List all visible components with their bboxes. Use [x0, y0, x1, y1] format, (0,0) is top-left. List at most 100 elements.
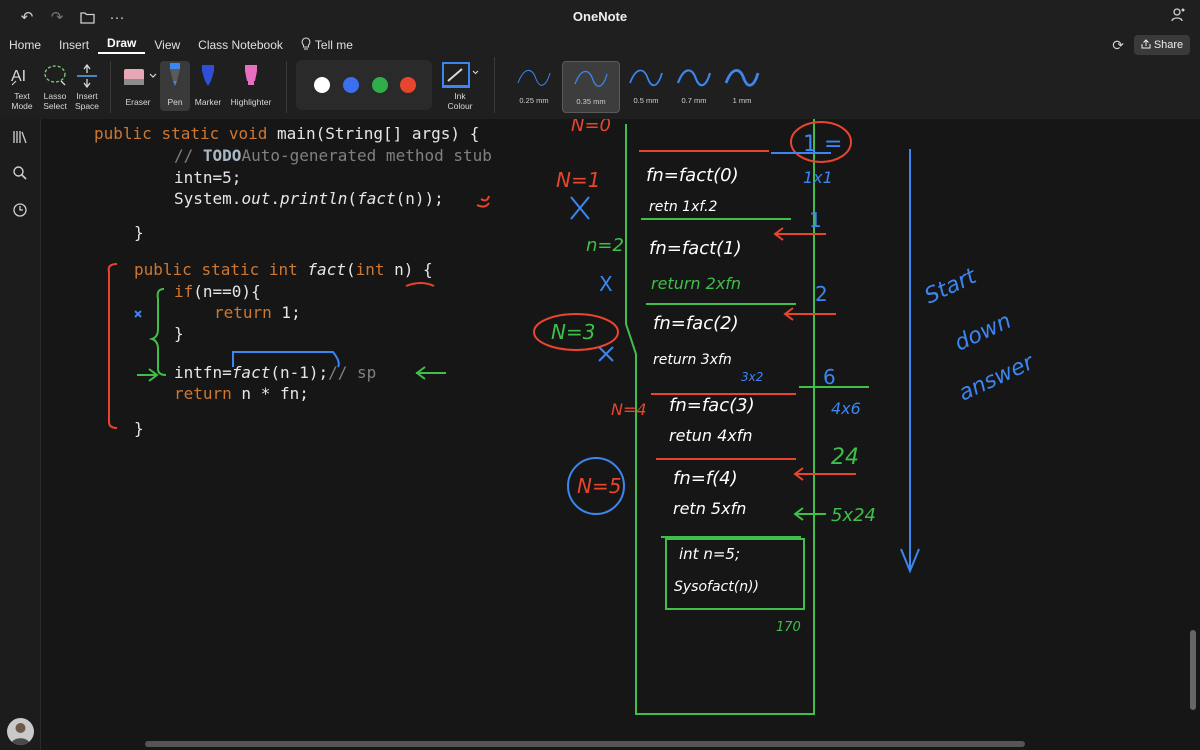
notebook-sidebar	[0, 119, 41, 750]
color-red-swatch[interactable]	[400, 77, 416, 93]
notebooks-icon[interactable]	[10, 129, 30, 149]
share-icon	[1141, 38, 1151, 52]
ink-bracket	[107, 263, 118, 429]
insert-space-button[interactable]: Insert Space	[72, 61, 102, 111]
vertical-scrollbar[interactable]	[1190, 630, 1196, 710]
ink-cross	[570, 196, 590, 220]
left-label: N=4	[611, 400, 647, 419]
left-label: n=2	[586, 235, 624, 256]
pen-icon	[170, 63, 180, 86]
highlighter-label: Highlighter	[230, 97, 272, 107]
tab-view[interactable]: View	[145, 38, 189, 52]
tab-class-notebook[interactable]: Class Notebook	[189, 38, 292, 52]
avatar[interactable]	[7, 718, 34, 745]
share-button[interactable]: Share	[1134, 35, 1190, 55]
color-white-swatch[interactable]	[314, 77, 330, 93]
account-icon[interactable]	[1170, 7, 1186, 27]
right-value: 24	[831, 445, 859, 470]
highlighter-button[interactable]: Highlighter	[226, 61, 276, 107]
thickness-label: 1 mm	[732, 96, 752, 105]
insert-space-icon	[77, 63, 97, 89]
stroke-preview-icon	[517, 70, 551, 86]
eraser-button[interactable]: Eraser	[118, 61, 158, 107]
tell-me[interactable]: Tell me	[292, 37, 362, 53]
lasso-icon	[44, 65, 66, 86]
color-green-swatch[interactable]	[372, 77, 388, 93]
recent-clock-icon[interactable]	[10, 202, 30, 222]
tab-insert[interactable]: Insert	[50, 38, 98, 52]
stroke-preview-icon	[574, 70, 608, 87]
right-value: 4x6	[831, 399, 861, 418]
ink-drawing-layer: N=0 fn=fact(0) retn 1xf.2 fn=fact(1) ret…	[107, 119, 1039, 715]
tab-home[interactable]: Home	[0, 38, 50, 52]
ink-arrow	[793, 507, 826, 521]
left-label: X	[599, 272, 613, 296]
app-title: OneNote	[572, 9, 628, 24]
thickness-option[interactable]: 1 mm	[714, 61, 770, 111]
note-text: down	[951, 309, 1015, 357]
lightbulb-icon	[301, 37, 311, 53]
stack-text: return 2xfn	[651, 274, 741, 293]
stack-text: int n=5;	[679, 545, 740, 563]
page-canvas[interactable]: public static void main(String[] args) {…	[41, 119, 1200, 738]
right-value: 1	[809, 208, 822, 232]
stack-text: retn 1xf.2	[649, 199, 718, 215]
right-value: 6	[823, 365, 836, 389]
tab-draw[interactable]: Draw	[98, 36, 146, 54]
stack-text: fn=fac(2)	[653, 313, 739, 334]
eraser-label: Eraser	[125, 97, 151, 107]
ink-cross	[598, 346, 614, 362]
svg-text:AI: AI	[11, 68, 26, 85]
thickness-option-selected[interactable]: 0.35 mm	[562, 61, 620, 113]
stack-text: fn=fact(0)	[646, 165, 739, 186]
eraser-icon	[124, 69, 157, 85]
stack-label-n0: N=0	[571, 119, 611, 136]
left-label: N=5	[577, 474, 621, 498]
stack-text: Sysofact(n))	[674, 579, 759, 595]
stack-text: fn=f(4)	[673, 468, 738, 489]
ink-underline	[476, 195, 490, 208]
menu-bar: Home Insert Draw View Class Notebook Tel…	[0, 33, 1200, 57]
thickness-picker: 0.25 mm 0.35 mm 0.5 mm 0.7 mm 1 mm	[500, 57, 780, 115]
ink-arrow	[415, 366, 446, 380]
right-value: 5x24	[831, 505, 876, 526]
right-value: 1x1	[803, 168, 833, 187]
note-text: answer	[955, 349, 1039, 406]
thickness-option[interactable]: 0.25 mm	[506, 61, 562, 111]
pen-color-palette	[296, 60, 432, 110]
note-text: Start	[921, 263, 982, 309]
stack-text: return 3xfn	[653, 352, 732, 368]
stroke-preview-icon	[724, 69, 760, 87]
ribbon-separator	[110, 61, 111, 113]
text-mode-button[interactable]: AI Text Mode	[8, 61, 36, 111]
ink-colour-button[interactable]: Ink Colour	[438, 61, 482, 111]
thickness-label: 0.25 mm	[519, 96, 549, 105]
sync-icon[interactable]: ⟳	[1112, 37, 1124, 54]
stack-text: retn 5xfn	[673, 499, 746, 518]
horizontal-scrollbar[interactable]	[145, 741, 1025, 747]
thickness-label: 0.35 mm	[576, 97, 606, 106]
ink-bracket-over	[232, 351, 340, 368]
ribbon-separator	[286, 61, 287, 113]
pen-button[interactable]: Pen	[160, 61, 190, 111]
text-mode-label: Text Mode	[11, 91, 33, 111]
color-blue-swatch[interactable]	[343, 77, 359, 93]
pen-label: Pen	[167, 97, 183, 107]
stack-text: 3x2	[741, 370, 763, 384]
stack-text: retun 4xfn	[669, 426, 752, 445]
lasso-select-button[interactable]: Lasso Select	[40, 61, 70, 111]
right-value: 2	[815, 282, 828, 306]
left-label: N=1	[556, 168, 600, 192]
share-label: Share	[1153, 39, 1184, 51]
ink-colour-label: Ink Colour	[447, 91, 473, 111]
ink-arrow	[783, 307, 836, 321]
ink-colour-icon	[442, 62, 479, 88]
tell-me-label: Tell me	[314, 38, 353, 52]
ink-cross	[134, 310, 142, 318]
search-icon[interactable]	[10, 165, 30, 185]
lasso-select-label: Lasso Select	[43, 91, 67, 111]
ink-brace	[148, 288, 167, 376]
text-mode-icon: AI	[11, 68, 26, 86]
ink-arrow	[137, 368, 159, 382]
marker-button[interactable]: Marker	[193, 61, 223, 107]
